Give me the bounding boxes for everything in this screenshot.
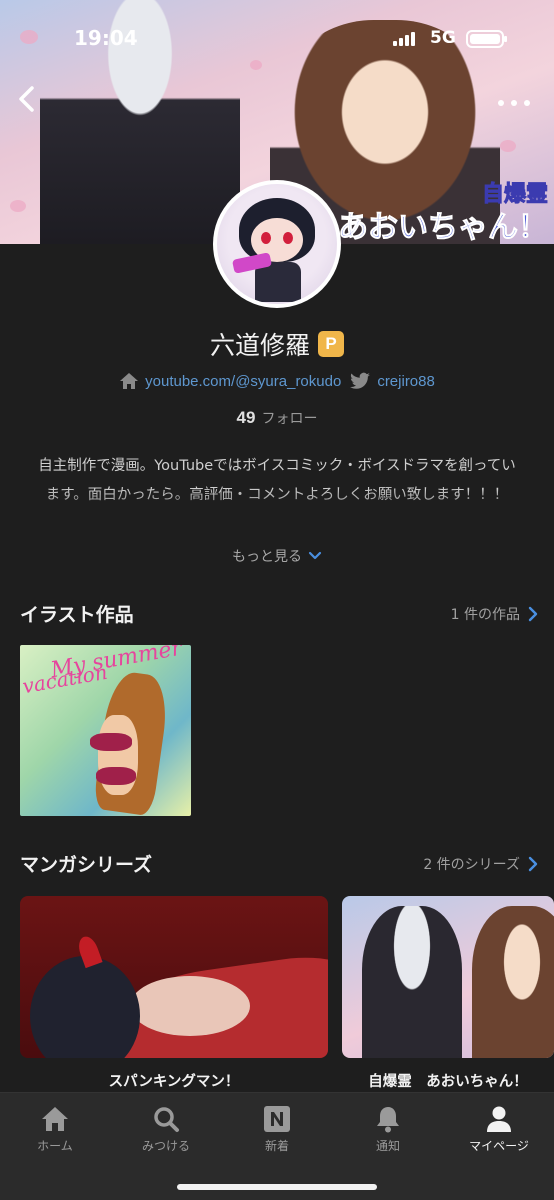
- search-icon: [154, 1107, 179, 1132]
- status-time: 19:04: [74, 26, 138, 50]
- bell-icon: [377, 1107, 399, 1133]
- network-type: 5G: [430, 28, 456, 48]
- tab-new[interactable]: 新着: [222, 1105, 332, 1154]
- home-indicator[interactable]: [177, 1184, 377, 1190]
- battery-icon: [466, 30, 507, 48]
- tab-notifications[interactable]: 通知: [333, 1105, 443, 1154]
- avatar: [213, 180, 341, 308]
- tab-home-label: ホーム: [37, 1139, 73, 1153]
- profile-links: youtube.com/@syura_rokudo crejiro88: [0, 372, 554, 390]
- show-more-button[interactable]: もっと見る: [0, 546, 554, 566]
- manga-card-title[interactable]: 自爆霊 あおいちゃん！: [342, 1070, 554, 1091]
- manga-section-title: マンガシリーズ: [20, 854, 153, 876]
- tab-notifications-label: 通知: [375, 1139, 400, 1153]
- manga-section-header: マンガシリーズ 2 件のシリーズ: [20, 850, 538, 877]
- manga-card-thumbnail[interactable]: [342, 896, 554, 1058]
- more-options-button[interactable]: [494, 88, 534, 118]
- chevron-right-icon: [528, 606, 538, 621]
- chevron-right-icon: [528, 856, 538, 871]
- show-more-label: もっと見る: [232, 549, 302, 565]
- manga-count-label: 2 件のシリーズ: [423, 856, 520, 873]
- follow-count: 49: [236, 408, 256, 427]
- banner-logo: 自爆霊 あおいちゃん！: [338, 176, 549, 245]
- profile-name-row: 六道修羅 P: [0, 326, 554, 362]
- bio-fade-overlay: [0, 488, 554, 528]
- illust-see-all-link[interactable]: 1 件の作品: [451, 604, 538, 624]
- new-n-icon: [264, 1106, 290, 1132]
- banner-logo-line2: あおいちゃん！: [338, 210, 549, 245]
- twitter-bird-icon: [350, 372, 371, 389]
- chevron-left-icon: [19, 86, 34, 112]
- twitter-link[interactable]: crejiro88: [349, 372, 435, 390]
- follow-label: フォロー: [261, 411, 318, 427]
- home-icon: [120, 373, 139, 389]
- tab-new-label: 新着: [264, 1139, 289, 1153]
- person-icon: [487, 1106, 511, 1132]
- illust-section-header: イラスト作品 1 件の作品: [20, 600, 538, 627]
- signal-icon: [393, 32, 415, 46]
- website-link-text: youtube.com/@syura_rokudo: [145, 372, 342, 390]
- tab-mypage-label: マイページ: [469, 1139, 529, 1153]
- illust-thumbnail[interactable]: My summer vacation: [20, 645, 191, 816]
- tab-mypage[interactable]: マイページ: [444, 1105, 554, 1154]
- back-button[interactable]: [10, 82, 44, 116]
- profile-name: 六道修羅: [209, 331, 310, 360]
- website-link[interactable]: youtube.com/@syura_rokudo: [119, 372, 341, 390]
- premium-badge: P: [318, 331, 344, 357]
- home-icon: [42, 1107, 68, 1131]
- chevron-down-icon: [308, 551, 322, 560]
- tab-discover-label: みつける: [141, 1139, 190, 1153]
- manga-card-thumbnail[interactable]: [20, 896, 328, 1058]
- tab-home[interactable]: ホーム: [0, 1105, 110, 1154]
- manga-card-title[interactable]: スパンキングマン！: [20, 1070, 328, 1091]
- twitter-link-text: crejiro88: [377, 372, 435, 390]
- manga-see-all-link[interactable]: 2 件のシリーズ: [423, 854, 538, 874]
- illust-count-label: 1 件の作品: [450, 606, 520, 623]
- follow-stat[interactable]: 49 フォロー: [0, 408, 554, 428]
- illust-section-title: イラスト作品: [20, 604, 134, 626]
- tab-discover[interactable]: みつける: [111, 1105, 221, 1154]
- status-bar: 19:04 5G: [0, 22, 554, 56]
